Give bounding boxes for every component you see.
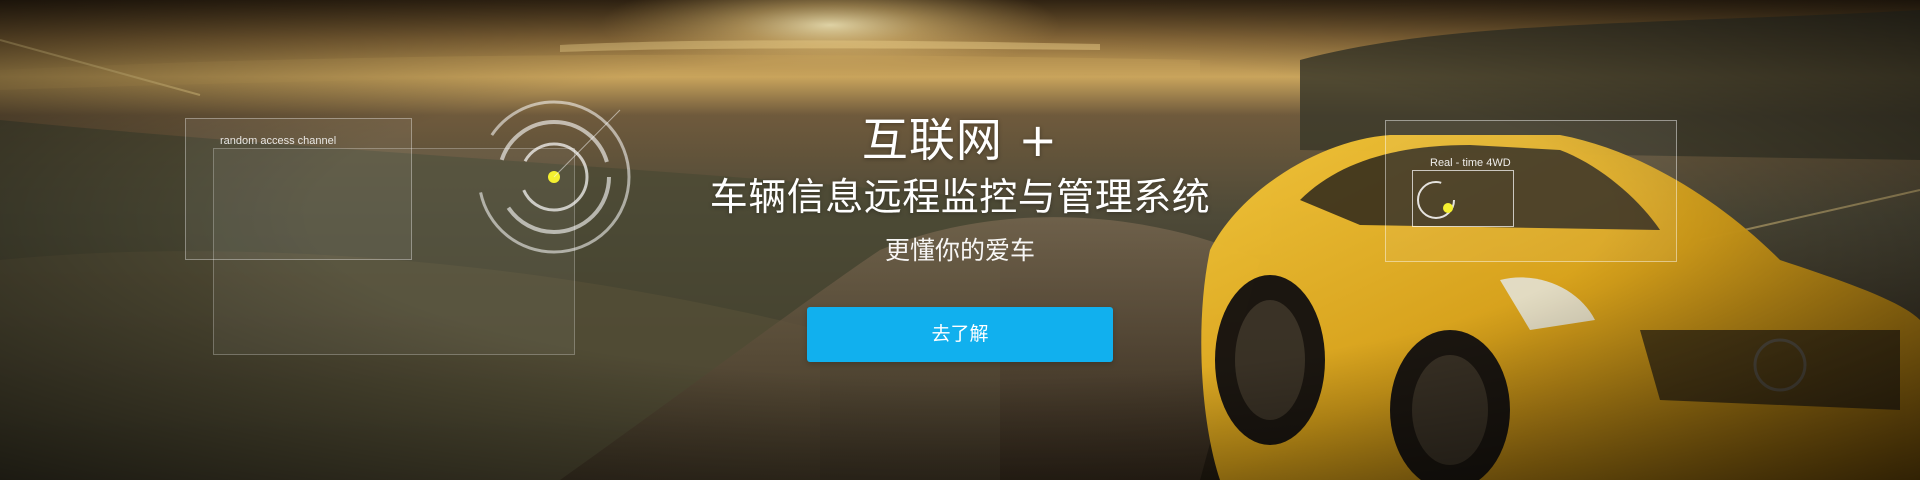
hero-subtitle: 更懂你的爱车 <box>884 236 1035 265</box>
hero-banner: random access channel Real - time 4WD 互联… <box>0 0 1920 480</box>
learn-more-button[interactable]: 去了解 <box>807 307 1113 362</box>
hero-text-block: 互联网 + 车辆信息远程监控与管理系统 更懂你的爱车 <box>660 112 1260 268</box>
hud-gauge-icon <box>1417 181 1455 219</box>
hud-target-dial-icon <box>477 100 631 254</box>
hero-title: 互联网 + <box>861 113 1059 167</box>
hud-right-label: Real - time 4WD <box>1430 157 1511 169</box>
hero-headline: 车辆信息远程监控与管理系统 <box>709 175 1211 219</box>
hud-left-label: random access channel <box>220 135 337 147</box>
